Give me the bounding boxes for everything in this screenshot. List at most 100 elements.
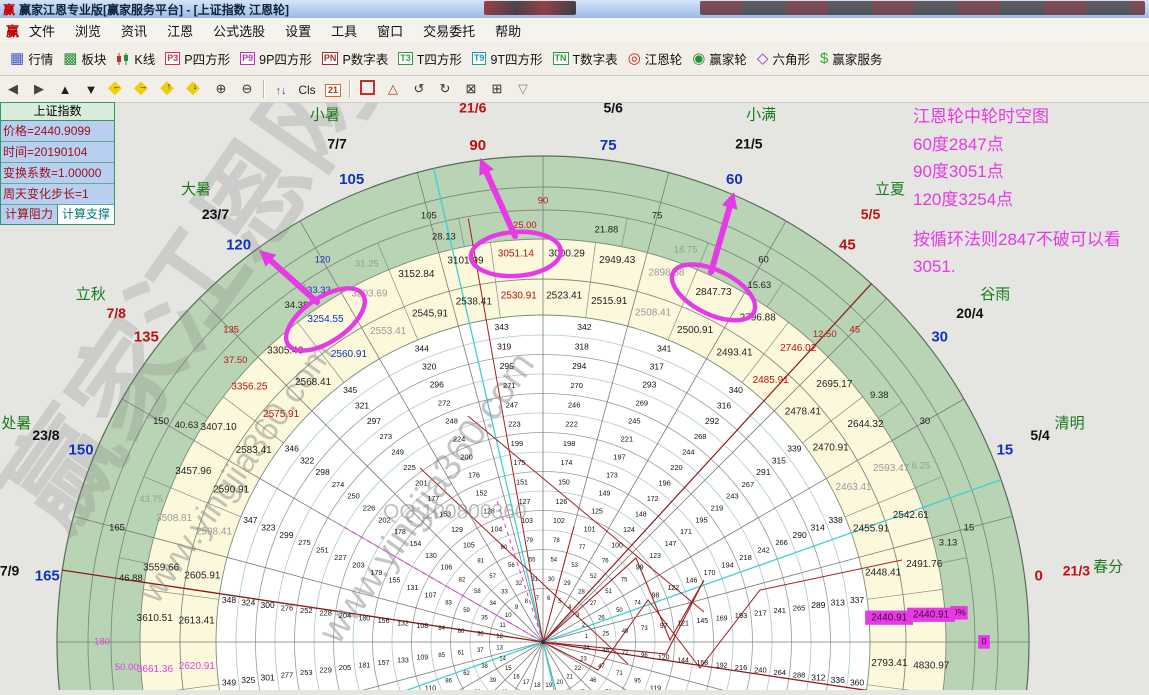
calendar-icon[interactable]: 21 <box>320 81 346 97</box>
svg-text:3457.96: 3457.96 <box>175 466 212 477</box>
down-solid-arrow-icon[interactable]: ▼ <box>78 82 104 97</box>
svg-text:325: 325 <box>241 675 255 685</box>
rotate-ccw-icon[interactable]: ↺ <box>406 81 432 97</box>
calc-support-button[interactable]: 计算支撑 <box>58 205 114 224</box>
menu-item-设置[interactable]: 设置 <box>285 24 311 39</box>
toolbar-button-赢家服务[interactable]: $赢家服务 <box>820 49 882 68</box>
annotation-line: 120度3254点 <box>913 186 1121 214</box>
svg-text:18.75: 18.75 <box>674 245 698 256</box>
up-solid-arrow-icon[interactable]: ▲ <box>52 82 78 97</box>
toolbar-button-9P四方形[interactable]: P99P四方形 <box>240 49 312 68</box>
svg-text:120: 120 <box>226 236 251 253</box>
svg-text:243: 243 <box>726 492 739 501</box>
menu-item-江恩[interactable]: 江恩 <box>167 24 193 39</box>
svg-text:7/9: 7/9 <box>0 562 20 578</box>
svg-text:323: 323 <box>261 522 275 532</box>
menu-item-交易委托[interactable]: 交易委托 <box>423 24 475 39</box>
svg-text:199: 199 <box>511 439 524 448</box>
toolbar-button-label: T数字表 <box>573 49 618 68</box>
red-triangle-icon[interactable]: △ <box>380 81 406 97</box>
svg-text:12.50: 12.50 <box>813 329 837 340</box>
rotate-cw-icon[interactable]: ↻ <box>432 81 458 97</box>
svg-text:277: 277 <box>281 671 294 680</box>
svg-text:60: 60 <box>758 255 769 266</box>
diamond-up-icon[interactable]: ◆↑ <box>156 79 182 100</box>
nine-t-square-icon: T9 <box>472 52 487 65</box>
svg-text:146: 146 <box>686 577 698 584</box>
calc-resistance-button[interactable]: 计算阻力 <box>1 205 58 224</box>
svg-text:84: 84 <box>438 626 445 632</box>
toolbar-button-行情[interactable]: ▦行情 <box>10 49 53 68</box>
toolbar-button-T四方形[interactable]: T3T四方形 <box>398 49 462 68</box>
toolbar-button-label: 板块 <box>81 49 106 68</box>
menu-item-浏览[interactable]: 浏览 <box>75 24 101 39</box>
cls-icon[interactable]: Cls <box>294 82 320 97</box>
svg-text:155: 155 <box>389 577 401 584</box>
drawing-toolbar: ◀▶▲▼◆←◆→◆↑◆↓⊕⊖ ↑↓Cls21 △↺↻⊠⊞▽ <box>0 76 1149 103</box>
up-down-marker-icon[interactable]: ↑↓ <box>268 82 294 97</box>
toolbar-button-赢家轮[interactable]: ◉赢家轮 <box>692 49 747 68</box>
toolbar-button-T数字表[interactable]: TNT数字表 <box>553 49 618 68</box>
diamond-right-icon[interactable]: ◆→ <box>130 79 156 100</box>
svg-text:2455.91: 2455.91 <box>853 524 890 535</box>
contract-icon[interactable]: ⊞ <box>484 81 510 97</box>
svg-text:248: 248 <box>445 416 458 425</box>
menu-item-文件[interactable]: 文件 <box>29 24 55 39</box>
svg-text:2560.91: 2560.91 <box>331 349 368 360</box>
zoom-in-icon[interactable]: ⊕ <box>208 81 234 97</box>
svg-text:2440.91: 2440.91 <box>871 612 908 623</box>
next-arrow-icon[interactable]: ▶ <box>26 81 52 97</box>
svg-text:38: 38 <box>481 664 488 670</box>
svg-text:180: 180 <box>94 637 110 648</box>
toolbar-button-P数字表[interactable]: PNP数字表 <box>322 49 388 68</box>
toolbar-button-板块[interactable]: ▩板块 <box>63 49 106 68</box>
svg-text:0: 0 <box>981 637 986 648</box>
svg-text:20: 20 <box>556 680 563 686</box>
toolbar-button-六角形[interactable]: ◇六角形 <box>757 49 810 68</box>
toolbar-button-K线[interactable]: K线 <box>116 49 155 68</box>
menu-item-公式选股[interactable]: 公式选股 <box>213 24 265 39</box>
clear-funnel-icon[interactable]: ▽ <box>510 81 536 97</box>
svg-text:126: 126 <box>556 499 568 506</box>
svg-text:21/6: 21/6 <box>459 102 486 115</box>
diamond-left-icon[interactable]: ◆← <box>104 79 130 100</box>
svg-text:297: 297 <box>367 416 381 426</box>
svg-text:244: 244 <box>682 448 695 457</box>
prev-arrow-icon[interactable]: ◀ <box>0 81 26 97</box>
svg-text:35: 35 <box>481 615 488 621</box>
svg-text:180: 180 <box>358 615 370 622</box>
toolbar-button-9T四方形[interactable]: T99T四方形 <box>472 49 543 68</box>
menu-item-帮助[interactable]: 帮助 <box>495 24 521 39</box>
svg-text:60: 60 <box>458 629 465 635</box>
toolbar-button-江恩轮[interactable]: ◎江恩轮 <box>628 49 683 68</box>
svg-text:272: 272 <box>438 398 451 407</box>
svg-text:223: 223 <box>508 420 521 429</box>
svg-text:71: 71 <box>616 671 623 677</box>
svg-text:340: 340 <box>729 385 743 395</box>
svg-text:77: 77 <box>579 545 586 551</box>
svg-text:266: 266 <box>775 538 788 547</box>
svg-text:174: 174 <box>561 460 573 467</box>
toolbar-button-P四方形[interactable]: P3P四方形 <box>165 49 230 68</box>
zoom-out-icon[interactable]: ⊖ <box>234 81 260 97</box>
diamond-down-icon[interactable]: ◆↓ <box>182 79 208 100</box>
svg-text:252: 252 <box>300 606 313 615</box>
expand-icon[interactable]: ⊠ <box>458 81 484 97</box>
svg-text:80: 80 <box>501 545 508 551</box>
svg-text:53: 53 <box>571 563 578 569</box>
svg-text:150: 150 <box>558 479 570 486</box>
menu-item-资讯[interactable]: 资讯 <box>121 24 147 39</box>
red-square-icon[interactable] <box>354 80 380 98</box>
svg-text:23: 23 <box>580 656 587 662</box>
svg-text:175: 175 <box>514 460 526 467</box>
svg-text:75: 75 <box>600 137 617 154</box>
svg-text:3000.29: 3000.29 <box>549 248 586 259</box>
menu-item-工具[interactable]: 工具 <box>331 24 357 39</box>
svg-text:147: 147 <box>665 541 677 548</box>
t-square-icon: T3 <box>398 52 413 65</box>
svg-text:312: 312 <box>811 673 825 683</box>
svg-text:177: 177 <box>427 496 439 503</box>
menu-item-窗口[interactable]: 窗口 <box>377 24 403 39</box>
svg-text:36: 36 <box>477 631 484 637</box>
app-logo-icon: 赢 <box>3 1 15 18</box>
